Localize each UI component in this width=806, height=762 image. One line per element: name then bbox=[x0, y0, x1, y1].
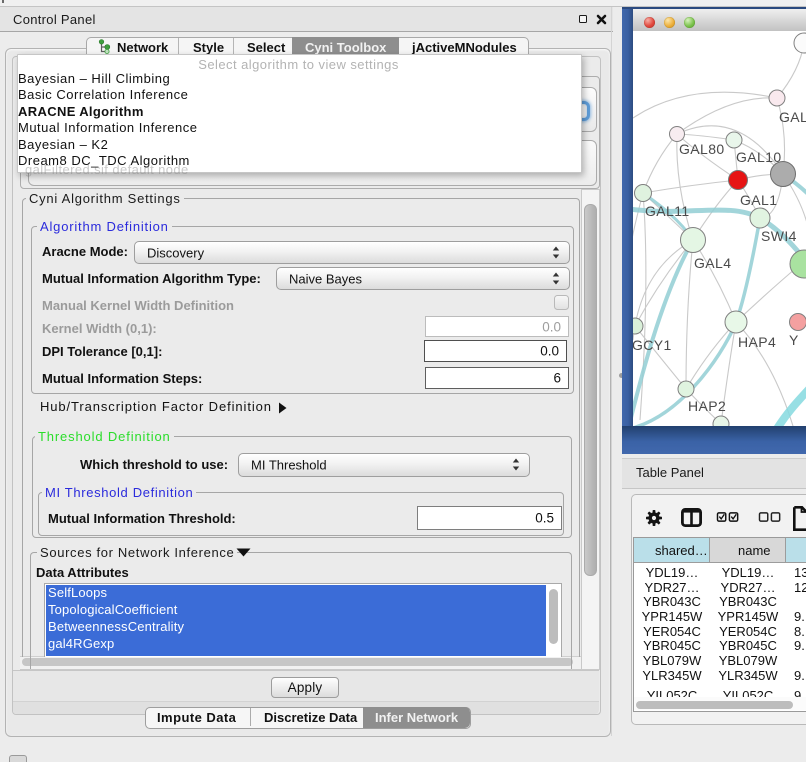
svg-text:GAL10: GAL10 bbox=[736, 149, 782, 165]
svg-text:HAP2: HAP2 bbox=[688, 398, 726, 414]
svg-text:HAP4: HAP4 bbox=[738, 334, 776, 350]
svg-text:GAL2: GAL2 bbox=[779, 109, 806, 125]
svg-text:GAL1: GAL1 bbox=[740, 192, 777, 208]
svg-text:GAL4: GAL4 bbox=[694, 255, 731, 271]
svg-text:Y: Y bbox=[789, 332, 799, 348]
svg-text:GAL80: GAL80 bbox=[679, 141, 725, 157]
svg-text:GAL11: GAL11 bbox=[645, 203, 690, 219]
svg-text:GCY1: GCY1 bbox=[633, 337, 672, 353]
svg-text:SWI4: SWI4 bbox=[761, 228, 797, 244]
